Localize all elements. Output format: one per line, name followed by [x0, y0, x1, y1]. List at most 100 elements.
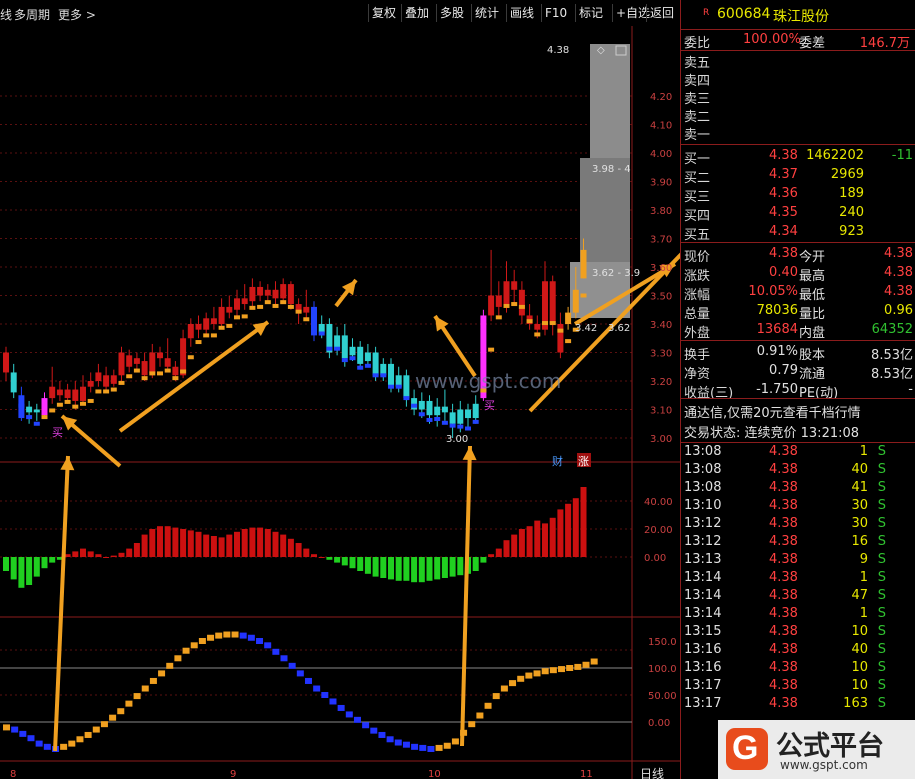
candle-body [318, 324, 325, 333]
oscillator-point [198, 638, 206, 644]
macd-bar [549, 517, 556, 557]
oscillator-point [517, 675, 525, 682]
finance-badge[interactable]: 财 [552, 454, 563, 468]
price-tick-label: 4.20 [650, 92, 672, 103]
macd-bar [280, 534, 287, 557]
candle-body [364, 352, 371, 362]
ma-point [418, 412, 425, 417]
sell-level: 卖一 [684, 128, 711, 143]
chart-area[interactable]: 4.20 4.10 4.00 3.90 3.80 3.70 3.60 3.50 3.40 3.30… [0, 26, 680, 779]
buy-level: 买一 4.38 1462202 -11 [684, 148, 913, 167]
macd-bar [557, 509, 564, 557]
oscillator-point [256, 638, 264, 644]
promo-link[interactable]: 通达信,仅需20元查看千档行情 [681, 402, 915, 421]
statistics-button[interactable]: 统计 [471, 4, 502, 22]
candle-body [56, 389, 63, 396]
ma-point [87, 398, 94, 403]
ma-point [103, 389, 110, 394]
ma-point [157, 371, 163, 376]
macd-bar [141, 534, 148, 557]
tick-row: 13:14 4.38 1 S [684, 606, 886, 621]
restore-rights-button[interactable]: 复权 [368, 4, 399, 22]
arrow-head [60, 456, 75, 471]
candle-body [372, 352, 379, 376]
tick-row: 13:13 4.38 9 S [684, 552, 886, 567]
macd-bar [357, 557, 364, 571]
ma-point [518, 304, 525, 309]
price-tick-label: 3.00 [650, 434, 672, 445]
gspt-logo: G 公式平台 www.gspt.com [718, 720, 915, 779]
x-label-8: 8 [10, 769, 16, 779]
oscillator-point [435, 744, 443, 751]
macd-bar [49, 557, 56, 563]
toolbar-item-line[interactable]: 线 [0, 6, 12, 23]
oscillator-point [272, 648, 280, 655]
f10-button[interactable]: F10 [541, 4, 570, 22]
macd-bar [126, 548, 133, 557]
oscillator-point [174, 655, 182, 662]
macd-bar [80, 548, 86, 557]
candle-body [26, 406, 33, 413]
oscillator-point [574, 663, 582, 670]
candle-body [157, 352, 163, 359]
ma-point [195, 340, 202, 345]
weicha-label: 委差 [799, 36, 826, 51]
oscillator-point [35, 740, 43, 747]
price-tick-label: 4.00 [650, 149, 672, 160]
oscillator-point [468, 721, 476, 728]
ma-point [210, 333, 217, 338]
ma-point [565, 339, 572, 344]
oscillator-point [207, 634, 215, 641]
macd-bar [272, 531, 279, 557]
ma-point [534, 332, 541, 337]
macd-bar [164, 526, 171, 557]
draw-line-button[interactable]: 画线 [506, 4, 537, 22]
candle-body [534, 324, 541, 330]
ma-point [164, 368, 171, 373]
macd-bar [411, 557, 418, 583]
oscillator-point [190, 642, 198, 649]
ma-point [334, 346, 341, 351]
oscillator-point [362, 722, 370, 729]
oscillator-point [84, 731, 92, 738]
chart-toolbar: 线 多周期 更多 > 复权 叠加 多股 统计 画线 F10 标记 +自选 返回 [0, 0, 680, 26]
toolbar-item-more[interactable]: 更多 > [58, 6, 96, 23]
macd-bar [518, 529, 525, 557]
weicha-value: 146.7万 [859, 36, 910, 51]
candle-body [303, 306, 310, 313]
diamond-icon[interactable]: ◇ [597, 45, 605, 56]
oscillator-point [280, 655, 288, 662]
macd-bar [449, 557, 456, 577]
kline-chart[interactable]: 4.20 4.10 4.00 3.90 3.80 3.70 3.60 3.50 3.40 3.30… [0, 26, 680, 779]
macd-bar [110, 555, 117, 557]
ma-point [41, 415, 48, 420]
candle-body [72, 389, 79, 401]
sell-level: 卖三 [684, 92, 711, 107]
macd-bar [203, 534, 210, 557]
x-axis-mode[interactable]: 日线 [640, 767, 664, 779]
oscillator-point [92, 726, 100, 733]
logo-g-icon: G [726, 728, 768, 770]
buy-level: 买三 4.36 189 [684, 186, 864, 205]
oscillator-point [558, 666, 566, 673]
ma-point [472, 419, 479, 424]
candle-body [41, 398, 48, 416]
overlay-button[interactable]: 叠加 [401, 4, 432, 22]
tick-row: 13:14 4.38 1 S [684, 570, 886, 585]
annotation-arrow [53, 455, 70, 752]
limit-up-badge[interactable]: 涨 [578, 455, 589, 468]
ma-point [372, 373, 379, 378]
multi-stock-button[interactable]: 多股 [436, 4, 467, 22]
macd-bar [3, 557, 9, 571]
ma-point [488, 347, 495, 352]
ma-point [26, 415, 33, 420]
price-tick-label: 3.30 [650, 349, 672, 360]
mark-button[interactable]: 标记 [575, 4, 606, 22]
back-button[interactable]: 返回 [646, 4, 677, 22]
ma-point [495, 315, 502, 320]
toolbar-item-multi-period[interactable]: 多周期 [14, 6, 50, 23]
price-tick-label: 3.60 [650, 263, 672, 274]
oscillator-point [117, 708, 125, 715]
box-label-2: 3.62 - 3.9 [592, 268, 640, 279]
macd-bar [318, 557, 325, 558]
